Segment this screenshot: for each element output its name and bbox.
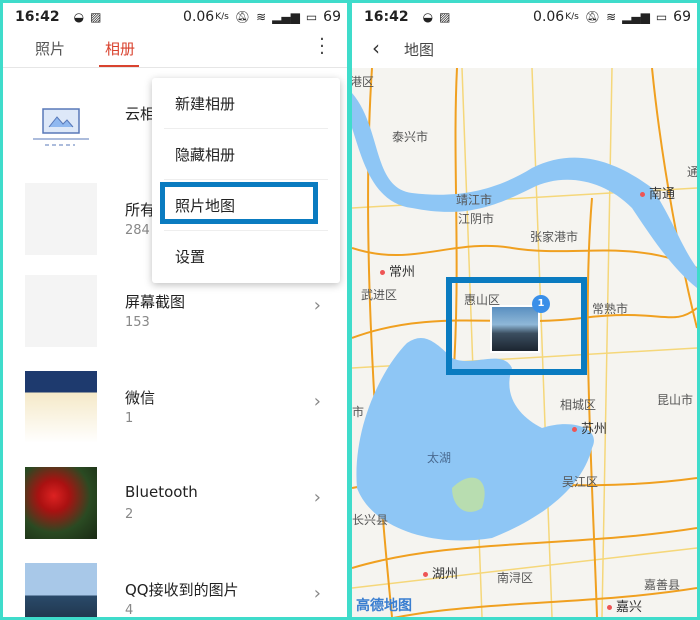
album-count: 153 (125, 315, 150, 330)
signal-icon: ▂▄▆ (272, 9, 300, 24)
net-speed-unit: K/s (215, 11, 229, 22)
map-label: 昆山市 (657, 393, 694, 407)
photo-count-badge: 1 (532, 295, 550, 313)
map-label: 泰兴市 (392, 130, 429, 144)
notification-icon: ◒ (422, 9, 434, 24)
map-label: 江阴市 (458, 212, 495, 226)
chevron-right-icon: › (313, 391, 321, 412)
net-speed-unit: K/s (565, 11, 579, 22)
map-label: 湖州 (423, 563, 458, 582)
map-label: 嘉兴 (607, 596, 642, 615)
amap-logo: 高德地图 (356, 598, 412, 614)
album-thumbnail (25, 467, 97, 539)
map-label: 港区 (352, 75, 375, 89)
header: ‹ 地图 (352, 30, 697, 68)
more-options-icon[interactable]: · · · (319, 31, 325, 63)
overflow-menu: 新建相册 隐藏相册 照片地图 设置 (152, 78, 340, 283)
menu-hidden-albums[interactable]: 隐藏相册 (175, 144, 235, 165)
map-label: 长兴县 (352, 513, 389, 527)
tab-albums[interactable]: 相册 (105, 38, 135, 59)
status-bar: 16:42 ◒ ▨ 0.06 K/s 🔕︎ ≋ ▂▄▆ ▭ 69 (352, 3, 697, 30)
mute-icon: 🔕︎ (584, 9, 601, 24)
status-time: 16:42 (364, 8, 409, 25)
photo-marker[interactable] (490, 305, 540, 353)
chevron-right-icon: › (313, 583, 321, 604)
wifi-icon: ≋ (256, 9, 267, 24)
map-label: 武进区 (361, 288, 398, 302)
chevron-right-icon: › (313, 295, 321, 316)
map-label: 嘉善县 (644, 578, 681, 592)
album-count: 1 (125, 411, 134, 426)
battery-level: 69 (323, 8, 341, 25)
cloud-album-icon (25, 87, 97, 159)
menu-divider (164, 230, 328, 231)
album-title: 微信 (125, 389, 156, 407)
map-label: 市 (352, 405, 365, 419)
map-label: 张家港市 (530, 230, 579, 244)
map-label: 靖江市 (456, 193, 493, 207)
active-tab-indicator (99, 65, 139, 67)
wifi-icon: ≋ (606, 9, 617, 24)
header: 照片 相册 · · · (3, 30, 347, 68)
menu-new-album[interactable]: 新建相册 (175, 93, 235, 114)
map-label: 太湖 (427, 451, 452, 465)
map-label: 苏州 (572, 418, 607, 437)
status-time: 16:42 (15, 8, 60, 25)
battery-level: 69 (673, 8, 691, 25)
map-label: 吴江区 (562, 475, 599, 489)
map-label: 通 (687, 165, 697, 179)
album-thumbnail (25, 275, 97, 347)
net-speed: 0.06 (183, 8, 215, 25)
album-row[interactable]: QQ接收到的图片 4 › (3, 551, 347, 617)
battery-icon: ▭ (655, 9, 668, 24)
album-title: QQ接收到的图片 (125, 581, 239, 599)
album-thumbnail (25, 563, 97, 617)
status-bar: 16:42 ◒ ▨ 0.06 K/s 🔕︎ ≋ ▂▄▆ ▭ 69 (3, 3, 347, 30)
image-icon: ▨ (90, 9, 102, 24)
album-thumbnail (25, 371, 97, 443)
map-view[interactable]: 港区 泰兴市 南通 通 靖江市 江阴市 张家港市 常州 武进区 惠山区 常熟市 … (352, 67, 697, 617)
net-speed: 0.06 (533, 8, 565, 25)
map-label: 常熟市 (592, 302, 629, 316)
menu-divider (164, 128, 328, 129)
page-title: 地图 (404, 41, 435, 59)
mute-icon: 🔕︎ (234, 9, 251, 24)
signal-icon: ▂▄▆ (622, 9, 650, 24)
album-count: 4 (125, 603, 134, 617)
album-count: 284 (125, 223, 150, 238)
menu-settings[interactable]: 设置 (175, 246, 205, 267)
album-count: 2 (125, 507, 134, 522)
map-label: 南浔区 (497, 571, 534, 585)
map-label: 相城区 (560, 398, 597, 412)
notification-icon: ◒ (73, 9, 85, 24)
chevron-right-icon: › (313, 487, 321, 508)
highlight-box (160, 182, 318, 224)
album-title: Bluetooth (125, 483, 198, 501)
back-arrow-icon[interactable]: ‹ (372, 36, 380, 60)
battery-icon: ▭ (305, 9, 318, 24)
tab-photos[interactable]: 照片 (35, 38, 65, 59)
album-title: 所有 (125, 201, 156, 219)
album-row[interactable]: Bluetooth 2 › (3, 455, 347, 551)
albums-screen: 16:42 ◒ ▨ 0.06 K/s 🔕︎ ≋ ▂▄▆ ▭ 69 照片 相册 · ·… (3, 3, 347, 617)
map-label: 常州 (380, 261, 415, 280)
map-label: 南通 (640, 183, 675, 202)
image-icon: ▨ (439, 9, 451, 24)
album-thumbnail (25, 183, 97, 255)
menu-divider (164, 179, 328, 180)
album-row[interactable]: 微信 1 › (3, 359, 347, 455)
album-title: 屏幕截图 (125, 293, 186, 311)
photo-map-screen: 16:42 ◒ ▨ 0.06 K/s 🔕︎ ≋ ▂▄▆ ▭ 69 ‹ 地图 港区 … (352, 3, 697, 617)
